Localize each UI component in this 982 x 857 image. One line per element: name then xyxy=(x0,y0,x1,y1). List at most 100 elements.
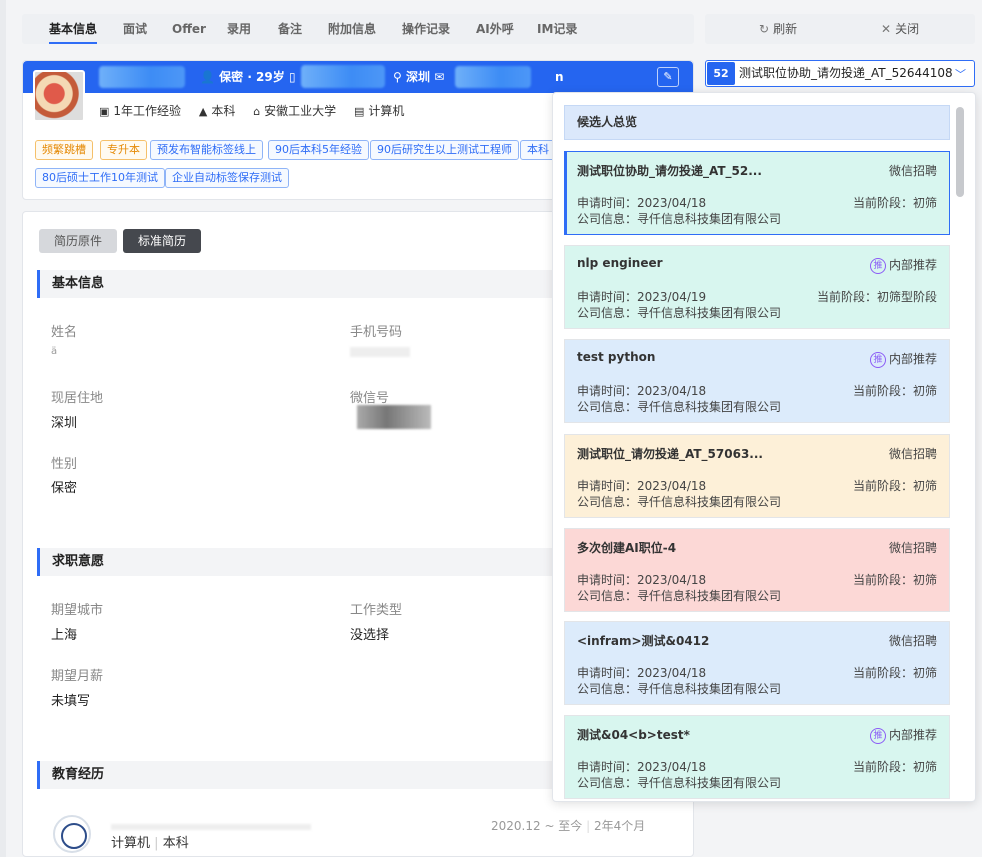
job-application-card[interactable]: <infram>测试&0412 微信招聘 申请时间：2023/04/18 当前阶段：初… xyxy=(564,621,950,705)
apply-date: 申请时间：2023/04/18 xyxy=(577,573,707,587)
tag: 本科 xyxy=(520,140,556,160)
edu-major: 计算机 | 本科 xyxy=(111,836,189,851)
apply-date: 申请时间：2023/04/19 xyxy=(577,290,707,304)
close-label: 关闭 xyxy=(895,22,920,36)
job-title: 多次创建AI职位-4 xyxy=(577,541,677,555)
tab-im-log[interactable]: IM记录 xyxy=(537,14,577,44)
wechat-label: 微信号 xyxy=(350,391,390,406)
candidate-overview-item[interactable]: 候选人总览 xyxy=(564,105,950,140)
tag: 预发布智能标签线上 xyxy=(150,140,263,160)
company-info: 公司信息：寻仟信息科技集团有限公司 xyxy=(577,589,782,603)
job-source: 微信招聘 xyxy=(889,162,937,179)
name-label: 姓名 xyxy=(51,325,78,340)
close-icon: ✕ xyxy=(881,22,892,36)
job-source: 微信招聘 xyxy=(889,445,937,462)
current-stage: 当前阶段：初筛 xyxy=(852,666,937,680)
tab-operation-log[interactable]: 操作记录 xyxy=(402,14,450,44)
job-title: 测试职位_请勿投递_AT_57063... xyxy=(577,447,763,461)
experience-text: 1年工作经验 xyxy=(113,104,182,118)
profile-header-bar: 👤 保密 · 29岁 ▯ ⚲ 深圳 ✉ n ✎ xyxy=(23,61,693,93)
apply-date: 申请时间：2023/04/18 xyxy=(577,384,707,398)
major: ▤ 计算机 xyxy=(354,104,404,118)
tab-basic-info[interactable]: 基本信息 xyxy=(49,14,98,44)
tab-bar: 基本信息 面试 Offer 录用 备注 附加信息 操作记录 AI外呼 IM记录 xyxy=(22,14,694,44)
top-actions: ↻ 刷新 ✕ 关闭 xyxy=(705,14,975,44)
current-stage: 当前阶段：初筛型阶段 xyxy=(816,290,937,304)
tab-extra-info[interactable]: 附加信息 xyxy=(328,14,376,44)
mail-icon: ✉ xyxy=(434,70,445,84)
redacted-email xyxy=(455,66,531,88)
phone-icon: ▯ xyxy=(289,70,296,84)
job-title: test python xyxy=(577,350,656,364)
school-text: 安徽工业大学 xyxy=(264,104,337,118)
standard-resume-button[interactable]: 标准简历 xyxy=(123,229,202,253)
tab-notes[interactable]: 备注 xyxy=(278,14,302,44)
company-info: 公司信息：寻仟信息科技集团有限公司 xyxy=(577,495,782,509)
original-resume-button[interactable]: 简历原件 xyxy=(39,229,118,253)
job-title: nlp engineer xyxy=(577,256,663,270)
current-stage: 当前阶段：初筛 xyxy=(852,196,937,210)
job-source-text: 微信招聘 xyxy=(888,634,937,648)
dropdown-scrollbar[interactable] xyxy=(956,107,964,197)
edit-icon[interactable]: ✎ xyxy=(657,67,679,87)
close-button[interactable]: ✕ 关闭 xyxy=(881,14,919,44)
company-info: 公司信息：寻仟信息科技集团有限公司 xyxy=(577,776,782,790)
referral-badge-icon: 推 xyxy=(869,728,886,744)
current-stage: 当前阶段：初筛 xyxy=(852,760,937,774)
person-icon: 👤 xyxy=(200,70,215,84)
refresh-button[interactable]: ↻ 刷新 xyxy=(759,14,797,44)
tab-interview[interactable]: 面试 xyxy=(123,14,147,44)
edu-major-text: 计算机 xyxy=(111,836,151,851)
job-application-card[interactable]: 测试&04<b>test* 推内部推荐申请时间：2023/04/18 当前阶段：初筛… xyxy=(564,715,950,799)
edu-period-text: 2020.12 ~ 至今 xyxy=(491,819,583,833)
tag: 企业自动标签保存测试 xyxy=(165,168,289,188)
job-application-card[interactable]: 测试职位协助_请勿投递_AT_52... 微信招聘 申请时间：2023/04/18 当… xyxy=(564,151,950,235)
expected-salary-label: 期望月薪 xyxy=(51,669,104,684)
expected-salary-value: 未填写 xyxy=(51,694,91,709)
edu-period: 2020.12 ~ 至今 | 2年4个月 xyxy=(491,819,646,833)
job-source-text: 内部推荐 xyxy=(888,728,937,742)
redacted-phone-value xyxy=(350,347,410,357)
job-position-select[interactable]: 52 测试职位协助_请勿投递_AT_52644108 ﹀ xyxy=(705,60,975,87)
phone-label: 手机号码 xyxy=(350,325,403,340)
job-source-text: 微信招聘 xyxy=(888,164,937,178)
apply-date: 申请时间：2023/04/18 xyxy=(577,479,707,493)
edu-duration-text: 2年4个月 xyxy=(594,819,646,833)
work-type-value: 没选择 xyxy=(350,628,390,643)
major-text: 计算机 xyxy=(368,104,405,118)
job-application-card[interactable]: 多次创建AI职位-4 微信招聘 申请时间：2023/04/18 当前阶段：初筛 公司信息… xyxy=(564,528,950,612)
redacted-wechat-value xyxy=(357,405,431,429)
company-info: 公司信息：寻仟信息科技集团有限公司 xyxy=(577,682,782,696)
job-application-card[interactable]: 测试职位_请勿投递_AT_57063... 微信招聘申请时间：2023/04/18… xyxy=(564,434,950,518)
job-source: 推内部推荐 xyxy=(869,726,937,744)
redacted-school-name xyxy=(111,824,311,830)
apply-date: 申请时间：2023/04/18 xyxy=(577,666,707,680)
city-text: 深圳 xyxy=(405,70,430,84)
job-source: 推内部推荐 xyxy=(869,256,937,274)
tab-offer[interactable]: Offer xyxy=(172,14,206,44)
current-stage: 当前阶段：初筛 xyxy=(852,479,937,493)
tab-hire[interactable]: 录用 xyxy=(227,14,251,44)
company-info: 公司信息：寻仟信息科技集团有限公司 xyxy=(577,306,782,320)
apply-date: 申请时间：2023/04/18 xyxy=(577,196,707,210)
gender-value: 保密 xyxy=(51,481,78,496)
school: ⌂ 安徽工业大学 xyxy=(253,104,336,118)
address-label: 现居住地 xyxy=(51,391,104,406)
background-strip xyxy=(0,0,6,857)
tab-ai-call[interactable]: AI外呼 xyxy=(476,14,514,44)
job-application-dropdown: 候选人总览 测试职位协助_请勿投递_AT_52... 微信招聘 申请时间：2023/… xyxy=(552,92,976,802)
chevron-down-icon: ﹀ xyxy=(955,68,966,81)
book-icon: ▤ xyxy=(354,105,365,118)
job-title: 测试&04<b>test* xyxy=(577,728,690,742)
refresh-label: 刷新 xyxy=(773,22,798,36)
name-value: ä xyxy=(51,346,58,357)
job-application-card[interactable]: nlp engineer 推内部推荐申请时间：2023/04/19 当前阶段：初筛型… xyxy=(564,245,950,329)
apply-date: 申请时间：2023/04/18 xyxy=(577,760,707,774)
job-application-card[interactable]: test python 推内部推荐 申请时间：2023/04/18 当前阶段：初筛 公司… xyxy=(564,339,950,423)
address-value: 深圳 xyxy=(51,416,78,431)
company-info: 公司信息：寻仟信息科技集团有限公司 xyxy=(577,400,782,414)
tag: 频繁跳槽 xyxy=(35,140,93,160)
company-info: 公司信息：寻仟信息科技集团有限公司 xyxy=(577,212,782,226)
briefcase-icon: ▣ xyxy=(99,105,110,118)
work-type-label: 工作类型 xyxy=(350,603,403,618)
